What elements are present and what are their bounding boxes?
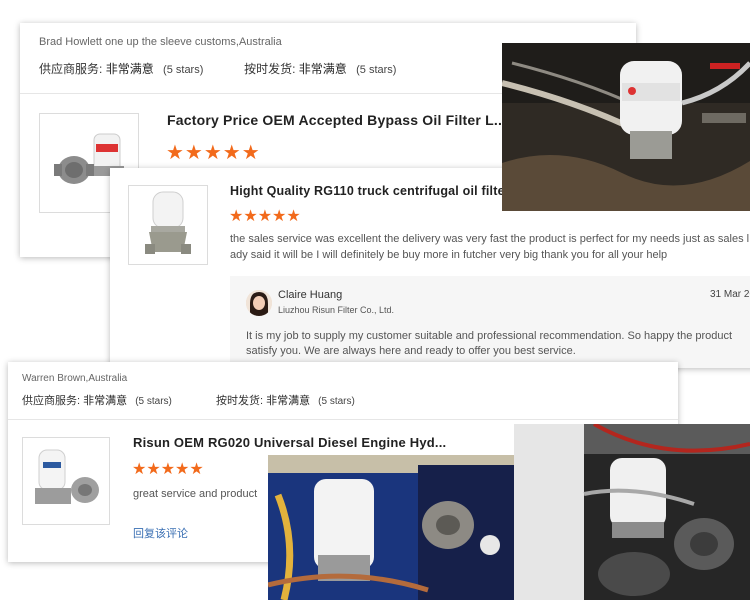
reply-text-line: satisfy you. We are always here and read… [246,345,576,357]
reviewer-name: Warren Brown,Australia [22,373,128,384]
rating-summary: 供应商服务: 非常满意 (5 stars) 按时发货: 非常满意 (5 star… [39,60,396,77]
supplier-service-label: 供应商服务: [39,62,103,76]
reply-to-review-link[interactable]: 回复该评论 [133,525,188,541]
on-time-delivery-value: 非常满意 [298,62,347,76]
seller-name: Claire Huang [278,289,343,301]
customer-photo-engine-bay-1[interactable] [502,43,750,211]
reply-text: It is my job to supply my customer suita… [246,329,732,359]
reply-text-line: It is my job to supply my customer suita… [246,330,733,342]
customer-photo-engine-bay-3[interactable] [514,424,750,600]
product-rating-stars: ★★★★★ [229,208,301,225]
product-rating-stars: ★★★★★ [132,461,204,478]
review-text-line: ady said it will be I will definitely be… [230,249,668,261]
reply-date: 31 Mar 20 [710,289,750,300]
supplier-service-label: 供应商服务: [22,395,81,407]
product-thumbnail[interactable] [22,437,110,525]
rating-summary: 供应商服务: 非常满意 (5 stars) 按时发货: 非常满意 (5 star… [22,392,355,408]
seller-avatar [246,290,272,316]
divider [8,419,678,420]
product-title-link[interactable]: Hight Quality RG110 truck centrifugal oi… [230,184,524,198]
review-text-line: the sales service was excellent the deli… [230,233,750,245]
on-time-delivery-stars: (5 stars) [318,396,355,407]
product-rating-stars: ★★★★★ [166,142,261,164]
on-time-delivery-label: 按时发货: [244,62,296,76]
on-time-delivery-stars: (5 stars) [356,64,397,76]
seller-company: Liuzhou Risun Filter Co., Ltd. [278,305,395,315]
seller-reply: Claire Huang Liuzhou Risun Filter Co., L… [230,276,750,368]
product-title-link[interactable]: Risun OEM RG020 Universal Diesel Engine … [133,435,446,450]
supplier-service-stars: (5 stars) [135,396,172,407]
product-title-link[interactable]: Factory Price OEM Accepted Bypass Oil Fi… [167,112,506,128]
on-time-delivery-value: 非常满意 [266,395,311,407]
review-text: the sales service was excellent the deli… [230,231,750,263]
customer-photo-engine-bay-2[interactable] [268,455,514,600]
reviewer-name: Brad Howlett one up the sleeve customs,A… [39,36,282,48]
supplier-service-value: 非常满意 [105,62,154,76]
review-text: great service and product [133,488,258,500]
supplier-service-value: 非常满意 [83,395,128,407]
supplier-service-stars: (5 stars) [163,64,204,76]
product-thumbnail[interactable] [128,185,208,265]
on-time-delivery-label: 按时发货: [215,395,264,407]
